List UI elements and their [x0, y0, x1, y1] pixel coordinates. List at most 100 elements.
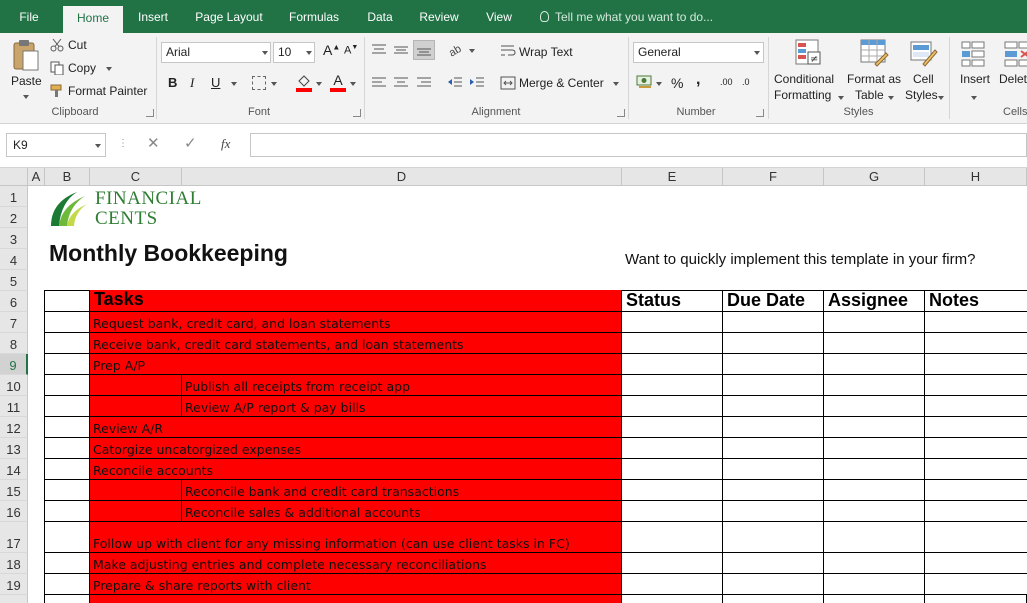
formula-input[interactable]	[250, 133, 1027, 157]
tab-view[interactable]: View	[476, 0, 522, 33]
due-date-cell[interactable]	[723, 312, 824, 333]
row-header[interactable]: 18	[0, 553, 28, 574]
status-cell[interactable]	[622, 553, 723, 574]
font-size-select[interactable]: 10	[273, 42, 315, 63]
notes-cell[interactable]	[925, 375, 1027, 396]
wrap-text-button[interactable]: Wrap Text	[519, 45, 573, 59]
format-painter-button[interactable]: Format Painter	[50, 83, 150, 101]
table-cell[interactable]	[44, 595, 90, 603]
assignee-cell[interactable]	[824, 574, 925, 595]
row-header[interactable]: 14	[0, 459, 28, 480]
assignee-cell[interactable]	[824, 333, 925, 354]
tab-insert[interactable]: Insert	[127, 0, 179, 33]
due-date-cell[interactable]	[723, 396, 824, 417]
assignee-cell[interactable]	[824, 595, 925, 603]
status-cell[interactable]	[622, 438, 723, 459]
row-header[interactable]: 5	[0, 270, 28, 291]
table-cell[interactable]	[44, 553, 90, 574]
task-cell[interactable]: Review A/P report & pay bills	[182, 396, 622, 417]
tell-me-search[interactable]: Tell me what you want to do...	[540, 0, 713, 33]
tab-home[interactable]: Home	[63, 6, 123, 33]
notes-cell[interactable]	[925, 501, 1027, 522]
font-launcher-icon[interactable]	[353, 109, 361, 117]
row-header[interactable]: 12	[0, 417, 28, 438]
status-cell[interactable]	[622, 459, 723, 480]
column-header[interactable]: A	[28, 168, 45, 186]
shrink-font-button[interactable]: A▼	[344, 44, 358, 57]
merge-dropdown-icon[interactable]	[613, 82, 619, 86]
task-cell[interactable]: Reconcile sales & additional accounts	[182, 501, 622, 522]
tab-file[interactable]: File	[0, 0, 58, 33]
task-cell[interactable]: Make adjusting entries and complete nece…	[90, 553, 622, 574]
cell-styles-button[interactable]: Cell Styles	[903, 37, 945, 105]
table-cell[interactable]	[44, 290, 90, 312]
column-header[interactable]: D	[182, 168, 622, 186]
row-header[interactable]: 4	[0, 249, 28, 270]
fill-dropdown-icon[interactable]	[316, 82, 322, 86]
task-indent-cell[interactable]	[90, 480, 182, 501]
column-header[interactable]: H	[925, 168, 1027, 186]
align-right-icon[interactable]	[416, 76, 432, 90]
table-cell[interactable]	[44, 459, 90, 480]
due-date-cell[interactable]	[723, 553, 824, 574]
table-cell[interactable]	[44, 501, 90, 522]
status-cell[interactable]	[622, 522, 723, 553]
table-cell[interactable]	[44, 417, 90, 438]
format-as-table-button[interactable]: Format as Table	[847, 37, 907, 105]
status-header[interactable]: Status	[622, 290, 723, 312]
table-cell[interactable]	[44, 312, 90, 333]
fill-color-button[interactable]	[296, 73, 312, 93]
row-header[interactable]: 8	[0, 333, 28, 354]
task-indent-cell[interactable]	[90, 375, 182, 396]
notes-cell[interactable]	[925, 553, 1027, 574]
status-cell[interactable]	[622, 354, 723, 375]
due-date-cell[interactable]	[723, 501, 824, 522]
due-date-cell[interactable]	[723, 480, 824, 501]
assignee-cell[interactable]	[824, 438, 925, 459]
due-date-header[interactable]: Due Date	[723, 290, 824, 312]
row-header-selected[interactable]: 9	[0, 354, 28, 375]
row-header[interactable]: 11	[0, 396, 28, 417]
table-cell[interactable]	[44, 354, 90, 375]
row-header[interactable]: 13	[0, 438, 28, 459]
due-date-cell[interactable]	[723, 595, 824, 603]
status-cell[interactable]	[622, 396, 723, 417]
align-top-icon[interactable]	[371, 43, 387, 57]
task-indent-cell[interactable]	[90, 501, 182, 522]
assignee-cell[interactable]	[824, 375, 925, 396]
font-color-dropdown-icon[interactable]	[350, 82, 356, 86]
status-cell[interactable]	[622, 480, 723, 501]
row-header[interactable]: 10	[0, 375, 28, 396]
select-all-corner[interactable]	[0, 168, 28, 186]
insert-function-button[interactable]: fx	[221, 133, 230, 157]
task-cell[interactable]: Reconcile bank and credit card transacti…	[182, 480, 622, 501]
table-cell[interactable]	[44, 438, 90, 459]
row-header[interactable]: 17	[0, 522, 28, 553]
alignment-launcher-icon[interactable]	[617, 109, 625, 117]
assignee-cell[interactable]	[824, 480, 925, 501]
table-cell[interactable]	[44, 396, 90, 417]
status-cell[interactable]	[622, 417, 723, 438]
row-header[interactable]	[0, 595, 28, 603]
assignee-cell[interactable]	[824, 522, 925, 553]
assignee-cell[interactable]	[824, 501, 925, 522]
assignee-cell[interactable]	[824, 312, 925, 333]
align-center-icon[interactable]	[393, 76, 409, 90]
row-header[interactable]: 3	[0, 228, 28, 249]
notes-cell[interactable]	[925, 574, 1027, 595]
status-cell[interactable]	[622, 574, 723, 595]
copy-button[interactable]: Copy	[50, 60, 116, 78]
row-header[interactable]: 15	[0, 480, 28, 501]
increase-indent-icon[interactable]	[469, 76, 485, 90]
task-cell[interactable]: Publish all receipts from receipt app	[182, 375, 622, 396]
task-indent-cell[interactable]	[90, 396, 182, 417]
decrease-decimal-button[interactable]: .0	[742, 77, 750, 87]
notes-cell[interactable]	[925, 396, 1027, 417]
task-cell[interactable]: Request bank, credit card, and loan stat…	[90, 312, 622, 333]
status-cell[interactable]	[622, 595, 723, 603]
row-header[interactable]: 7	[0, 312, 28, 333]
row-header[interactable]: 2	[0, 207, 28, 228]
assignee-cell[interactable]	[824, 354, 925, 375]
notes-cell[interactable]	[925, 312, 1027, 333]
merge-center-button[interactable]: Merge & Center	[519, 76, 604, 90]
